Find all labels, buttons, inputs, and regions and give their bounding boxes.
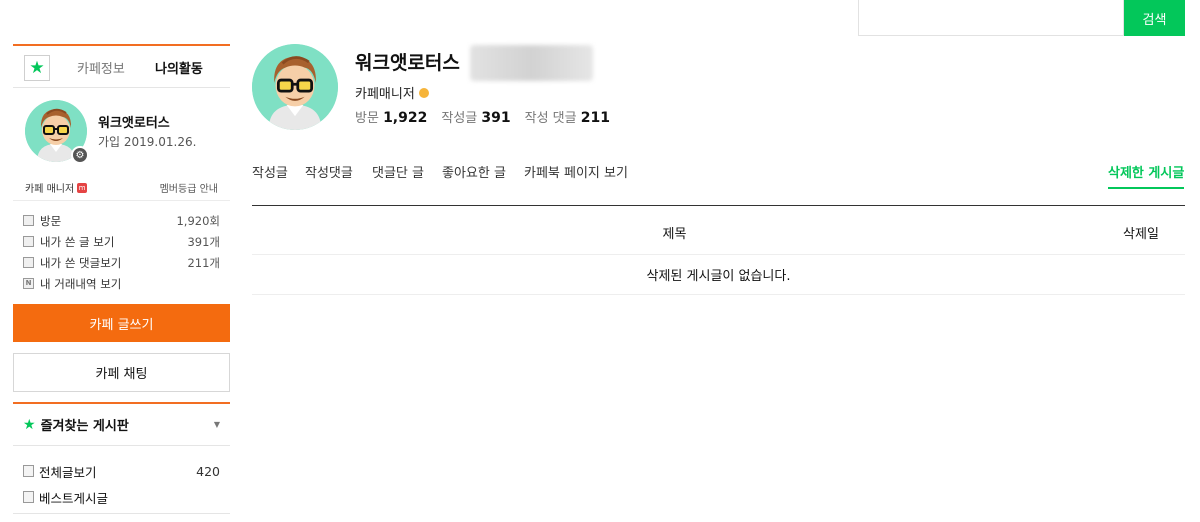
- stat-visits-value: 1,922: [383, 110, 428, 126]
- tab-posts[interactable]: 작성글: [252, 162, 288, 181]
- stat-posts: 작성글 391: [441, 107, 510, 126]
- stat-comments-label: 작성 댓글: [524, 111, 577, 126]
- favorite-boards-header[interactable]: ★ 즐겨찾는 게시판 ▼: [13, 402, 230, 446]
- profile-avatar: [252, 44, 338, 130]
- sidebar-tabs: ★ 카페정보 나의활동: [13, 44, 230, 88]
- blurred-id: [470, 45, 593, 81]
- board-icon: [23, 465, 34, 477]
- tab-deleted-posts[interactable]: 삭제한 게시글: [1108, 162, 1185, 189]
- board-label[interactable]: 전체글보기: [39, 462, 196, 481]
- tab-comments[interactable]: 작성댓글: [305, 162, 353, 181]
- manager-badge-icon: m: [77, 182, 88, 193]
- stat-label[interactable]: 내가 쓴 글 보기: [40, 234, 187, 250]
- board-item-best[interactable]: 베스트게시글: [23, 484, 220, 510]
- board-icon: [23, 491, 34, 503]
- board-label[interactable]: 베스트게시글: [39, 488, 220, 507]
- sidebar-profile: ⚙ 워크앳로터스 가입 2019.01.26. 카페 매니저 m 멤버등급 안내: [13, 88, 230, 200]
- comment-icon: [23, 257, 34, 268]
- stat-my-posts[interactable]: 내가 쓴 글 보기 391개: [23, 231, 220, 252]
- stat-posts-value: 391: [481, 110, 511, 126]
- member-grade-link[interactable]: 멤버등급 안내: [160, 180, 218, 195]
- stat-value: 1,920회: [176, 213, 220, 228]
- stat-my-comments[interactable]: 내가 쓴 댓글보기 211개: [23, 252, 220, 273]
- chevron-down-icon[interactable]: ▼: [214, 420, 220, 429]
- tab-commented-posts[interactable]: 댓글단 글: [372, 162, 424, 181]
- star-icon: ★: [29, 58, 45, 78]
- stat-label: 방문: [40, 213, 62, 228]
- star-icon: ★: [23, 416, 36, 433]
- empty-message: 삭제된 게시글이 없습니다.: [252, 255, 1185, 295]
- stat-label[interactable]: 내가 쓴 댓글보기: [40, 255, 187, 271]
- board-list: 전체글보기 420 베스트게시글: [13, 446, 230, 514]
- tab-my-activity[interactable]: 나의활동: [155, 58, 203, 77]
- stat-comments-value: 211: [580, 110, 610, 126]
- board-count: 420: [196, 463, 220, 479]
- cafe-chat-button[interactable]: 카페 채팅: [13, 353, 230, 392]
- favorite-boards-label: 즐겨찾는 게시판: [40, 419, 129, 434]
- post-icon: [23, 236, 34, 247]
- stat-value: 391개: [187, 234, 220, 249]
- profile-role: 카페매니저: [355, 83, 429, 102]
- cafe-write-button[interactable]: 카페 글쓰기: [13, 304, 230, 342]
- favorite-star-button[interactable]: ★: [24, 55, 50, 81]
- stat-visits-label: 방문: [355, 111, 379, 126]
- activity-stats: 방문 1,920회 내가 쓴 글 보기 391개 내가 쓴 댓글보기 211개 …: [13, 200, 230, 304]
- trade-icon: N: [23, 278, 34, 289]
- profile-role-label: 카페 매니저: [25, 184, 75, 195]
- profile-role-label: 카페매니저: [355, 87, 415, 102]
- board-item-all[interactable]: 전체글보기 420: [23, 458, 220, 484]
- stat-value: 211개: [187, 255, 220, 270]
- manager-badge-icon: [418, 87, 429, 98]
- column-title: 제목: [662, 227, 687, 242]
- search-input[interactable]: [858, 0, 1124, 36]
- settings-gear-icon[interactable]: ⚙: [71, 146, 89, 164]
- profile-role: 카페 매니저 m: [25, 180, 88, 195]
- stat-posts-label: 작성글: [441, 111, 478, 126]
- profile-name: 워크앳로터스: [98, 116, 170, 131]
- activity-tabs: 작성글 작성댓글 댓글단 글 좋아요한 글 카페북 페이지 보기 삭제한 게시글: [252, 162, 1185, 189]
- tab-cafebook[interactable]: 카페북 페이지 보기: [524, 162, 628, 181]
- stat-visits: 방문 1,922: [355, 107, 427, 126]
- profile-title-name: 워크앳로터스: [355, 52, 460, 74]
- deleted-posts-table: 제목 삭제일 삭제된 게시글이 없습니다.: [252, 205, 1185, 295]
- table-header: 제목 삭제일: [252, 205, 1185, 255]
- stat-my-trades[interactable]: N 내 거래내역 보기: [23, 273, 220, 294]
- tab-liked-posts[interactable]: 좋아요한 글: [442, 162, 506, 181]
- search-button[interactable]: 검색: [1124, 0, 1185, 36]
- stat-comments: 작성 댓글 211: [525, 107, 610, 126]
- stat-visits: 방문 1,920회: [23, 210, 220, 231]
- tab-cafe-info[interactable]: 카페정보: [77, 58, 125, 77]
- column-deleted-date: 삭제일: [1123, 227, 1159, 242]
- sidebar: ★ 카페정보 나의활동 ⚙ 워크앳로터스 가입 2019.01.26. 카페 매…: [13, 44, 230, 514]
- profile-joined-date: 가입 2019.01.26.: [98, 135, 197, 149]
- visit-icon: [23, 215, 34, 226]
- stat-label[interactable]: 내 거래내역 보기: [40, 276, 220, 292]
- profile-stats: 방문 1,922 작성글 391 작성 댓글 211: [355, 107, 610, 126]
